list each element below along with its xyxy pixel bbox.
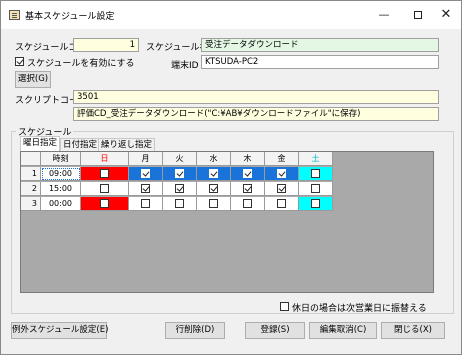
day-cell [265, 167, 299, 181]
tab-weekday[interactable]: 曜日指定 [20, 136, 61, 151]
column-header: 水 [197, 152, 231, 166]
time-cell[interactable]: 15:00 [41, 182, 81, 196]
column-header: 土 [299, 152, 333, 166]
day-cell [129, 182, 163, 196]
day-cell [231, 197, 265, 211]
maximize-icon [414, 11, 422, 19]
register-button[interactable]: 登録(S) [245, 322, 305, 339]
day-checkbox[interactable] [99, 169, 109, 178]
time-cell[interactable]: 09:00 [41, 167, 81, 181]
day-cell [197, 197, 231, 211]
schedule-settings-window: 基本スケジュール設定 — ✕ スケジュールコード 1 スケジュール名 受注データ… [0, 0, 462, 355]
day-cell [163, 167, 197, 181]
script-code-field[interactable]: 3501 [73, 90, 439, 104]
day-cell [129, 167, 163, 181]
day-checkbox[interactable] [140, 199, 150, 208]
day-checkbox[interactable] [310, 184, 320, 193]
day-cell [81, 167, 129, 181]
day-checkbox[interactable] [208, 199, 218, 208]
tab-date[interactable]: 日付指定 [60, 138, 101, 151]
row-header[interactable]: 2 [21, 182, 41, 196]
row-header[interactable]: 3 [21, 197, 41, 211]
day-cell [197, 167, 231, 181]
close-window-button[interactable]: ✕ [429, 1, 462, 29]
exception-schedule-button[interactable]: 例外スケジュール設定(E) [11, 322, 108, 339]
day-checkbox[interactable] [99, 184, 109, 193]
day-checkbox[interactable] [242, 199, 252, 208]
day-cell [81, 182, 129, 196]
schedule-name-label: スケジュール名 [146, 43, 209, 53]
column-header: 時刻 [41, 152, 81, 166]
day-checkbox[interactable] [140, 169, 150, 178]
day-checkbox[interactable] [174, 169, 184, 178]
grid-corner-header [21, 152, 41, 166]
day-cell [231, 182, 265, 196]
day-checkbox[interactable] [208, 169, 218, 178]
day-checkbox[interactable] [174, 199, 184, 208]
column-header: 火 [163, 152, 197, 166]
terminal-id-field[interactable]: KTSUDA-PC2 [201, 55, 439, 69]
day-checkbox[interactable] [140, 184, 150, 193]
tab-repeat[interactable]: 繰り返し指定 [98, 138, 156, 151]
day-checkbox[interactable] [276, 199, 286, 208]
day-cell [299, 182, 333, 196]
select-button[interactable]: 選択(G) [15, 71, 51, 88]
holiday-shift-checkbox[interactable] [280, 302, 289, 311]
holiday-shift-label: 休日の場合は次営業日に振替える [292, 304, 427, 314]
day-cell [231, 167, 265, 181]
window-title: 基本スケジュール設定 [25, 12, 115, 22]
title-bar: 基本スケジュール設定 — ✕ [1, 1, 461, 29]
day-cell [265, 197, 299, 211]
day-cell [129, 197, 163, 211]
minimize-button[interactable]: — [367, 1, 401, 29]
day-cell [299, 197, 333, 211]
day-cell [197, 182, 231, 196]
cancel-edit-button[interactable]: 編集取消(C) [309, 322, 377, 339]
day-checkbox[interactable] [276, 169, 286, 178]
day-checkbox[interactable] [242, 169, 252, 178]
day-checkbox[interactable] [208, 184, 218, 193]
app-icon [9, 10, 20, 20]
column-header: 木 [231, 152, 265, 166]
enable-schedule-label: スケジュールを有効にする [27, 59, 135, 69]
column-header: 金 [265, 152, 299, 166]
day-cell [163, 182, 197, 196]
terminal-id-label: 端末ID [171, 61, 199, 71]
column-header: 月 [129, 152, 163, 166]
day-checkbox[interactable] [310, 169, 320, 178]
day-checkbox[interactable] [99, 199, 109, 208]
schedule-code-field[interactable]: 1 [73, 38, 139, 52]
script-description-field: 評価CD_受注データダウンロード("C:¥AB¥ダウンロードファイル"に保存) [73, 107, 439, 121]
day-cell [265, 182, 299, 196]
time-cell[interactable]: 00:00 [41, 197, 81, 211]
enable-schedule-checkbox[interactable] [15, 57, 24, 66]
day-checkbox[interactable] [276, 184, 286, 193]
day-checkbox[interactable] [310, 199, 320, 208]
day-cell [81, 197, 129, 211]
schedule-grid: 時刻日月火水木金土 1 09:00 2 15:00 3 00:00 [20, 151, 434, 293]
day-cell [163, 197, 197, 211]
column-header: 日 [81, 152, 129, 166]
day-checkbox[interactable] [174, 184, 184, 193]
day-cell [299, 167, 333, 181]
schedule-name-field[interactable]: 受注データダウンロード [201, 38, 439, 52]
row-header[interactable]: 1 [21, 167, 41, 181]
day-checkbox[interactable] [242, 184, 252, 193]
delete-row-button[interactable]: 行削除(D) [165, 322, 225, 339]
close-button[interactable]: 閉じる(X) [381, 322, 445, 339]
